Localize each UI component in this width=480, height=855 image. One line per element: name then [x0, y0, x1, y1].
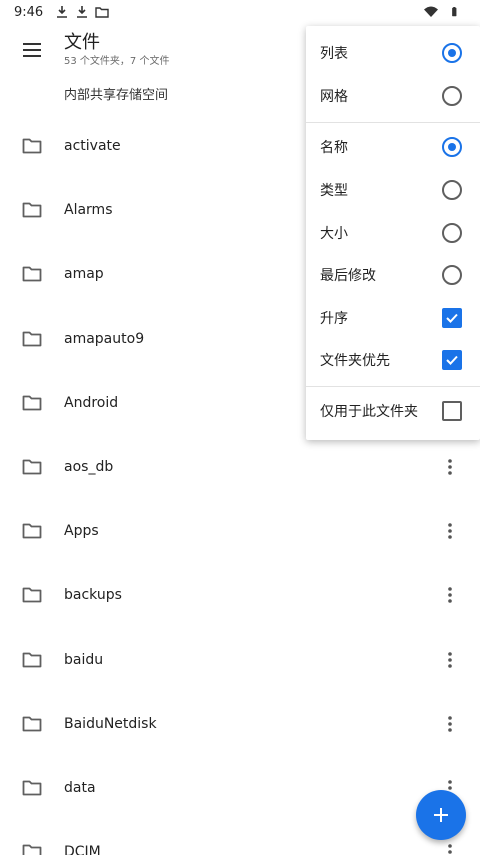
- radio-unselected[interactable]: [442, 86, 462, 106]
- file-list-row[interactable]: BaiduNetdisk: [0, 692, 480, 756]
- folder-icon: [22, 523, 42, 539]
- checkbox-unchecked[interactable]: [442, 401, 462, 421]
- view-options-menu: 列表 网格 名称 类型 大小 最后修改 升序 文件夹优先 仅用于此文件夹: [306, 26, 480, 440]
- folder-icon: [22, 588, 42, 603]
- more-options-icon[interactable]: [440, 455, 460, 479]
- menu-item-label: 文件夹优先: [320, 353, 390, 369]
- more-options-icon[interactable]: [440, 583, 460, 607]
- menu-item-label: 大小: [320, 226, 348, 242]
- file-name: activate: [64, 138, 121, 155]
- file-name: baidu: [64, 651, 104, 668]
- menu-item-sort-size[interactable]: 大小: [306, 212, 480, 254]
- add-button[interactable]: [416, 790, 466, 840]
- check-icon: [446, 355, 458, 365]
- folder-icon: [22, 202, 42, 218]
- menu-item-list-view[interactable]: 列表: [306, 32, 480, 74]
- menu-item-sort-modified[interactable]: 最后修改: [306, 254, 480, 296]
- file-name: amap: [64, 266, 104, 283]
- page-subtitle: 53 个文件夹，7 个文件: [64, 56, 170, 67]
- folder-icon: [22, 780, 42, 796]
- download-icon: [57, 6, 68, 18]
- folder-icon: [95, 7, 109, 18]
- download-icon: [77, 6, 88, 18]
- file-list-row[interactable]: Apps: [0, 499, 480, 563]
- menu-item-this-folder-only[interactable]: 仅用于此文件夹: [306, 390, 480, 432]
- menu-item-label: 名称: [320, 140, 348, 156]
- more-options-icon[interactable]: [440, 840, 460, 855]
- wifi-icon: [424, 6, 438, 17]
- folder-icon: [22, 331, 42, 347]
- divider: [306, 386, 480, 387]
- status-time: 9:46: [14, 4, 44, 20]
- radio-selected[interactable]: [442, 43, 462, 63]
- status-bar: 9:46: [0, 0, 480, 24]
- menu-item-folders-first[interactable]: 文件夹优先: [306, 339, 480, 381]
- folder-icon: [22, 844, 42, 855]
- checkbox-checked[interactable]: [442, 308, 462, 328]
- menu-item-label: 列表: [320, 46, 348, 62]
- radio-unselected[interactable]: [442, 265, 462, 285]
- hamburger-menu-icon[interactable]: [18, 36, 46, 64]
- file-name: backups: [64, 587, 122, 604]
- file-list-row[interactable]: data: [0, 756, 480, 820]
- file-name: Alarms: [64, 202, 113, 219]
- file-name: aos_db: [64, 459, 114, 476]
- more-options-icon[interactable]: [440, 648, 460, 672]
- menu-item-label: 网格: [320, 89, 348, 105]
- folder-icon: [22, 716, 42, 732]
- battery-icon: [452, 7, 457, 17]
- breadcrumb[interactable]: 内部共享存储空间: [64, 84, 168, 103]
- file-name: amapauto9: [64, 330, 145, 347]
- radio-unselected[interactable]: [442, 180, 462, 200]
- checkbox-checked[interactable]: [442, 350, 462, 370]
- folder-icon: [22, 395, 42, 411]
- file-name: data: [64, 779, 96, 796]
- plus-icon: [434, 808, 448, 822]
- menu-item-label: 最后修改: [320, 268, 376, 284]
- file-name: DCIM: [64, 844, 101, 855]
- folder-icon: [22, 138, 42, 154]
- menu-item-label: 升序: [320, 311, 348, 327]
- file-name: Android: [64, 394, 119, 411]
- more-options-icon[interactable]: [440, 519, 460, 543]
- menu-item-sort-name[interactable]: 名称: [306, 126, 480, 168]
- menu-item-label: 仅用于此文件夹: [320, 404, 418, 420]
- check-icon: [446, 313, 458, 323]
- file-list-row[interactable]: DCIM: [0, 820, 480, 855]
- file-list-row[interactable]: baidu: [0, 628, 480, 692]
- folder-icon: [22, 459, 42, 475]
- divider: [306, 122, 480, 123]
- folder-icon: [22, 267, 42, 282]
- menu-item-grid-view[interactable]: 网格: [306, 75, 480, 117]
- more-options-icon[interactable]: [440, 712, 460, 736]
- radio-selected[interactable]: [442, 137, 462, 157]
- menu-item-label: 类型: [320, 183, 348, 199]
- file-list-row[interactable]: aos_db: [0, 435, 480, 499]
- page-title: 文件: [64, 32, 100, 53]
- file-list-row[interactable]: backups: [0, 563, 480, 627]
- menu-item-sort-type[interactable]: 类型: [306, 169, 480, 211]
- file-name: Apps: [64, 523, 99, 540]
- radio-unselected[interactable]: [442, 223, 462, 243]
- file-name: BaiduNetdisk: [64, 715, 157, 732]
- menu-item-ascending[interactable]: 升序: [306, 297, 480, 339]
- folder-icon: [22, 652, 42, 667]
